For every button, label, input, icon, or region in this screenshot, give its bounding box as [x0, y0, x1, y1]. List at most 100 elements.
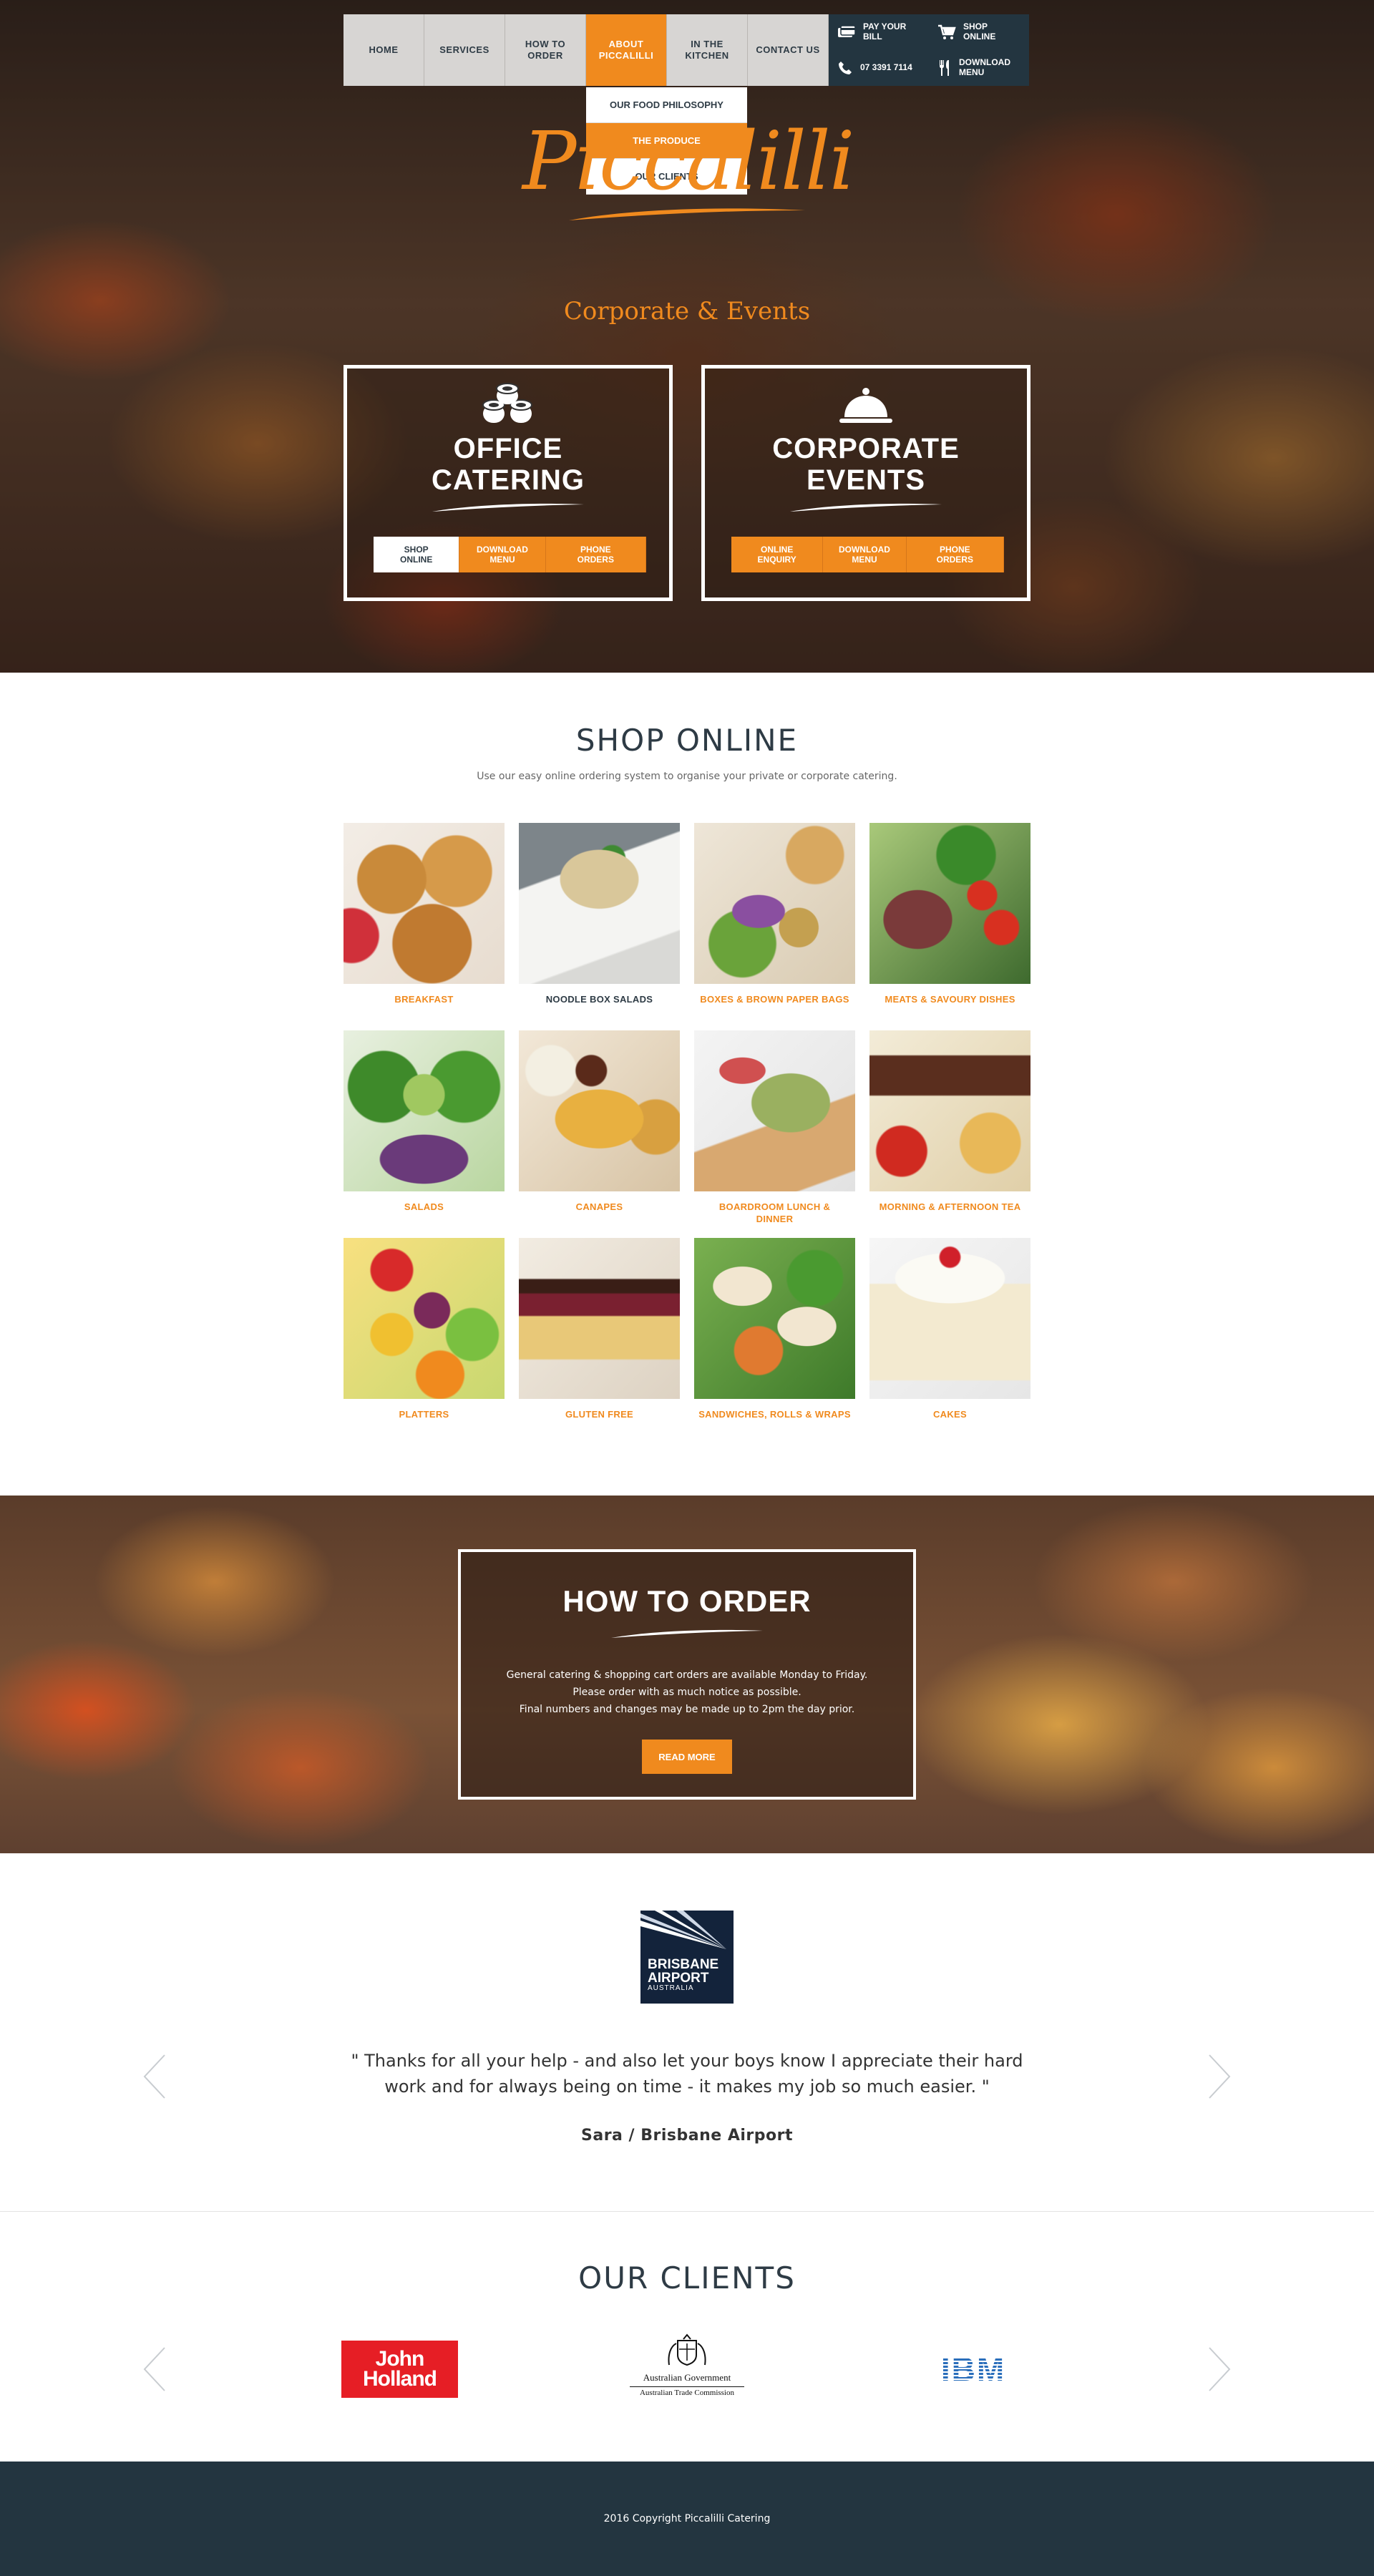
noodle-box-photo: [519, 823, 680, 984]
nav-item-how-to-order[interactable]: HOW TO ORDER: [505, 14, 586, 86]
phone-link[interactable]: 07 3391 7114: [829, 50, 929, 86]
category-salads[interactable]: SALADS: [344, 1030, 505, 1216]
office-phone-orders-button[interactable]: PHONE ORDERS: [545, 537, 646, 572]
corporate-events-panel: CORPORATE EVENTS ONLINE ENQUIRY DOWNLOAD…: [701, 365, 1030, 601]
nav-item-services[interactable]: SERVICES: [424, 14, 505, 86]
ag-line: Australian Government: [643, 2372, 731, 2383]
category-sandwiches-rolls-wraps[interactable]: SANDWICHES, ROLLS & WRAPS: [694, 1238, 855, 1424]
nav-item-home[interactable]: HOME: [344, 14, 424, 86]
corporate-phone-orders-button[interactable]: PHONE ORDERS: [906, 537, 1004, 572]
clients-next-arrow[interactable]: [1207, 2346, 1232, 2392]
hero-section: HOME SERVICES HOW TO ORDER ABOUT PICCALI…: [0, 0, 1374, 673]
category-label: CAKES: [932, 1409, 967, 1420]
category-morning-afternoon-tea[interactable]: MORNING & AFTERNOON TEA: [869, 1030, 1030, 1216]
gluten-free-photo: [519, 1238, 680, 1399]
john-holland-text: Holland: [363, 2367, 437, 2391]
how-to-order-line: General catering & shopping cart orders …: [506, 1669, 868, 1681]
corporate-swoosh: [790, 503, 942, 512]
site-footer: 2016 Copyright Piccalilli Catering: [0, 2462, 1374, 2576]
airport-stripes-icon: [640, 1911, 726, 1949]
piccalilli-logo[interactable]: Piccalilli: [522, 115, 855, 223]
how-to-order-line: Final numbers and changes may be made up…: [519, 1704, 855, 1715]
category-gluten-free[interactable]: GLUTEN FREE: [519, 1238, 680, 1424]
boxes-photo: [694, 823, 855, 984]
testimonial-next-arrow[interactable]: [1207, 2054, 1232, 2099]
office-download-menu-button[interactable]: DOWNLOAD MENU: [459, 537, 546, 572]
testimonial-author: Sara / Brisbane Airport: [581, 2127, 793, 2145]
john-holland-logo[interactable]: John Holland: [341, 2341, 458, 2398]
corporate-events-title: CORPORATE EVENTS: [772, 433, 960, 496]
cutlery-icon: [940, 60, 949, 76]
cloche-icon: [839, 388, 892, 423]
how-to-order-title: HOW TO ORDER: [562, 1584, 812, 1618]
nav-item-in-the-kitchen[interactable]: IN THE KITCHEN: [667, 14, 748, 86]
category-platters[interactable]: PLATTERS: [344, 1238, 505, 1424]
airport-logo-line: BRISBANE: [648, 1957, 719, 1972]
airport-logo-line: AUSTRALIA: [648, 1984, 694, 1992]
how-to-order-line: Please order with as much notice as poss…: [572, 1687, 802, 1698]
corporate-download-menu-button[interactable]: DOWNLOAD MENU: [823, 537, 907, 572]
category-noodle-box-salads[interactable]: NOODLE BOX SALADS: [519, 823, 680, 1009]
nav-item-contact-us[interactable]: CONTACT US: [748, 14, 829, 86]
brisbane-airport-logo: BRISBANE AIRPORT AUSTRALIA: [640, 1911, 734, 2004]
shop-online-link[interactable]: SHOP ONLINE: [929, 14, 1029, 50]
credit-card-icon: [838, 25, 856, 37]
how-to-order-panel: HOW TO ORDER General catering & shopping…: [458, 1549, 916, 1800]
category-breakfast[interactable]: BREAKFAST: [344, 823, 505, 1009]
category-canapes[interactable]: CANAPES: [519, 1030, 680, 1216]
category-label: CANAPES: [575, 1201, 623, 1212]
ibm-logo[interactable]: IBM: [930, 2348, 1016, 2391]
airport-logo-line: AIRPORT: [648, 1971, 709, 1986]
ibm-logo-mark: IBM: [941, 2351, 1004, 2388]
download-menu-link[interactable]: DOWNLOAD MENU: [929, 50, 1029, 86]
testimonial-quote: " Thanks for all your help - and also le…: [351, 2051, 1023, 2097]
main-nav: HOME SERVICES HOW TO ORDER ABOUT PICCALI…: [344, 14, 1029, 86]
category-boardroom-lunch[interactable]: BOARDROOM LUNCH & DINNER: [694, 1030, 855, 1224]
australian-government-logo[interactable]: Australian Government Australian Trade C…: [630, 2333, 744, 2405]
clients-prev-arrow[interactable]: [142, 2346, 167, 2392]
office-catering-title: OFFICE CATERING: [432, 433, 585, 496]
category-boxes-brown-paper-bags[interactable]: BOXES & BROWN PAPER BAGS: [694, 823, 855, 1009]
download-menu-label: DOWNLOAD MENU: [959, 57, 1010, 77]
office-swoosh: [432, 503, 584, 512]
copyright-text: 2016 Copyright Piccalilli Catering: [603, 2513, 771, 2524]
platters-photo: [344, 1238, 505, 1399]
office-shop-online-button[interactable]: SHOP ONLINE: [374, 537, 460, 572]
sandwiches-photo: [694, 1238, 855, 1399]
our-clients-section: OUR CLIENTS John Holland Australian Gove…: [0, 2211, 1374, 2462]
category-grid: BREAKFAST NOODLE BOX SALADS BOXES & BROW…: [344, 823, 1030, 1424]
phone-icon: [839, 62, 852, 74]
john-holland-text: John: [375, 2347, 425, 2371]
boardroom-photo: [694, 1030, 855, 1191]
meats-photo: [869, 823, 1030, 984]
corporate-online-enquiry-button[interactable]: ONLINE ENQUIRY: [731, 537, 824, 572]
shop-online-label: SHOP ONLINE: [963, 21, 996, 42]
logo-wordmark: Piccalilli: [522, 115, 855, 208]
pay-bill-label: PAY YOUR BILL: [863, 21, 907, 42]
category-meats-savoury[interactable]: MEATS & SAVOURY DISHES: [869, 823, 1030, 1009]
category-cakes[interactable]: CAKES: [869, 1238, 1030, 1424]
canapes-photo: [519, 1030, 680, 1191]
phone-number: 07 3391 7114: [860, 62, 912, 73]
category-label: MEATS & SAVOURY DISHES: [885, 994, 1015, 1005]
shop-online-heading: SHOP ONLINE: [575, 723, 799, 758]
category-label: BREAKFAST: [394, 994, 454, 1005]
quick-links: PAY YOUR BILL SHOP ONLINE 07 3391 7114 D…: [829, 14, 1029, 86]
shopping-cart-icon: [938, 24, 956, 39]
pay-bill-link[interactable]: PAY YOUR BILL: [829, 14, 929, 50]
airport-logo-text: BRISBANE AIRPORT AUSTRALIA: [648, 1958, 718, 1992]
our-clients-heading: OUR CLIENTS: [578, 2260, 796, 2296]
read-more-button[interactable]: READ MORE: [642, 1740, 732, 1774]
office-catering-panel: OFFICE CATERING SHOP ONLINE DOWNLOAD MEN…: [344, 365, 673, 601]
cakes-photo: [869, 1238, 1030, 1399]
category-label: PLATTERS: [399, 1409, 449, 1420]
category-label: SANDWICHES, ROLLS & WRAPS: [698, 1409, 851, 1420]
office-catering-actions: SHOP ONLINE DOWNLOAD MENU PHONE ORDERS: [374, 537, 646, 572]
salads-photo: [344, 1030, 505, 1191]
category-label: NOODLE BOX SALADS: [545, 994, 653, 1005]
testimonial-prev-arrow[interactable]: [142, 2054, 167, 2099]
category-label: GLUTEN FREE: [565, 1409, 634, 1420]
category-label: BOARDROOM LUNCH & DINNER: [718, 1201, 831, 1224]
nav-item-about-piccalilli[interactable]: ABOUT PICCALILLI: [586, 14, 667, 86]
breakfast-photo: [344, 823, 505, 984]
